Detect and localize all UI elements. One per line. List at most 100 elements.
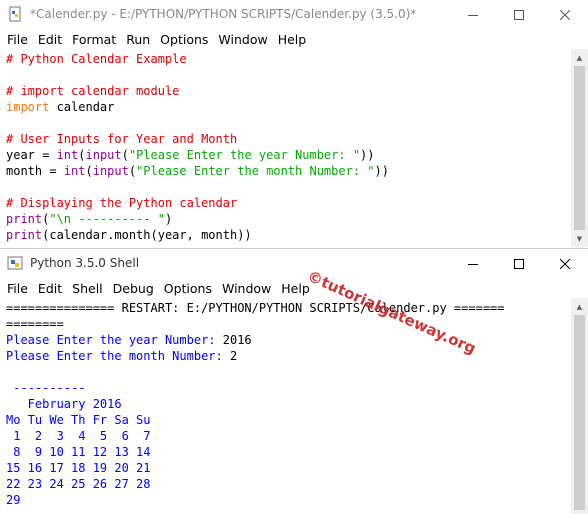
string-token: "Please Enter the year Number: "	[128, 148, 361, 162]
menu-edit[interactable]: Edit	[33, 30, 67, 49]
punct-token: ))	[360, 148, 375, 162]
menu-format[interactable]: Format	[67, 30, 121, 49]
close-icon	[560, 259, 570, 269]
string-token: "Please Enter the month Number: "	[136, 164, 375, 178]
shell-line: 22 23 24 25 26 27 28	[6, 476, 571, 492]
keyword-token: import	[6, 100, 50, 114]
minimize-button[interactable]	[450, 0, 496, 30]
shell-output-area[interactable]: =============== RESTART: E:/PYTHON/PYTHO…	[0, 300, 571, 514]
punct-token: (	[121, 148, 129, 162]
stdout-text: 15 16 17 18 19 20 21	[6, 461, 151, 475]
code-line: # Python Calendar Example	[6, 51, 571, 67]
punct-token: (	[78, 148, 86, 162]
stdout-text: 22 23 24 25 26 27 28	[6, 477, 151, 491]
shell-line: 29	[6, 492, 571, 508]
menu-shell[interactable]: Shell	[67, 279, 108, 298]
shell-close-button[interactable]	[542, 249, 588, 279]
minimize-icon	[468, 15, 478, 16]
menu-options[interactable]: Options	[155, 30, 213, 49]
idle-file-icon	[9, 6, 21, 22]
shell-titlebar[interactable]: Python 3.5.0 Shell	[0, 249, 588, 279]
menu-debug[interactable]: Debug	[108, 279, 159, 298]
maximize-button[interactable]	[496, 0, 542, 30]
code-line: # import calendar module	[6, 83, 571, 99]
comment-token: # import calendar module	[6, 84, 180, 98]
code-line: year = int(input("Please Enter the year …	[6, 147, 571, 163]
editor-menubar: File Edit Format Run Options Window Help	[0, 30, 588, 49]
shell-line: 8 9 10 11 12 13 14	[6, 444, 571, 460]
builtin-token: int	[56, 148, 79, 162]
editor-scroll-thumb[interactable]	[574, 66, 585, 230]
shell-line: =============== RESTART: E:/PYTHON/PYTHO…	[6, 300, 571, 316]
shell-minimize-button[interactable]	[450, 249, 496, 279]
builtin-token: int	[63, 164, 86, 178]
menu-file[interactable]: File	[2, 30, 33, 49]
stdout-text: 1 2 3 4 5 6 7	[6, 429, 151, 443]
builtin-token: input	[85, 148, 122, 162]
builtin-token: print	[6, 228, 43, 242]
restart-banner: =============== RESTART: E:/PYTHON/PYTHO…	[6, 301, 505, 315]
shell-menubar: File Edit Shell Debug Options Window Hel…	[0, 279, 588, 298]
shell-line: ----------	[6, 380, 571, 396]
maximize-icon	[514, 10, 524, 20]
scroll-down-icon[interactable]: ▼	[571, 230, 588, 247]
shell-line: 1 2 3 4 5 6 7	[6, 428, 571, 444]
menu-window[interactable]: Window	[217, 279, 276, 298]
code-line: import calendar	[6, 99, 571, 115]
stdout-text: ----------	[6, 381, 86, 395]
close-button[interactable]	[542, 0, 588, 30]
comment-token: # User Inputs for Year and Month	[6, 132, 238, 146]
shell-line: 15 16 17 18 19 20 21	[6, 460, 571, 476]
punct-token: ))	[374, 164, 389, 178]
menu-edit[interactable]: Edit	[33, 279, 67, 298]
shell-line: Mo Tu We Th Fr Sa Su	[6, 412, 571, 428]
restart-banner: ========	[6, 317, 64, 331]
stdout-text: February 2016	[6, 397, 122, 411]
python-shell-icon	[7, 256, 23, 270]
punct-token: (	[85, 164, 93, 178]
editor-titlebar[interactable]: *Calender.py - E:/PYTHON/PYTHON SCRIPTS/…	[0, 0, 588, 30]
code-line: print("\n ---------- ")	[6, 211, 571, 227]
shell-window-title: Python 3.5.0 Shell	[30, 256, 140, 270]
menu-help[interactable]: Help	[273, 30, 312, 49]
shell-line: ========	[6, 316, 571, 332]
editor-window: *Calender.py - E:/PYTHON/PYTHON SCRIPTS/…	[0, 0, 588, 247]
builtin-token: print	[6, 212, 43, 226]
identifier-token: month =	[6, 164, 64, 178]
editor-vertical-scrollbar[interactable]: ▲ ▼	[571, 49, 588, 247]
menu-options[interactable]: Options	[159, 279, 217, 298]
prompt-text: Please Enter the month Number:	[6, 349, 230, 363]
code-line: print(calendar.month(year, month))	[6, 227, 571, 243]
stdout-text: Mo Tu We Th Fr Sa Su	[6, 413, 151, 427]
stdout-text: 29	[6, 493, 21, 507]
string-token: "\n ---------- "	[49, 212, 165, 226]
shell-scroll-thumb[interactable]	[574, 315, 585, 510]
shell-line: Please Enter the month Number: 2	[6, 348, 571, 364]
user-input-text: 2	[229, 349, 238, 363]
minimize-icon	[468, 264, 478, 265]
scroll-up-icon[interactable]: ▲	[571, 298, 588, 315]
menu-run[interactable]: Run	[121, 30, 155, 49]
shell-window: Python 3.5.0 Shell File Edit Shell Debug…	[0, 248, 588, 514]
shell-line	[6, 364, 571, 380]
code-line: month = int(input("Please Enter the mont…	[6, 163, 571, 179]
maximize-icon	[514, 259, 524, 269]
identifier-token: year =	[6, 148, 57, 162]
code-editor-area[interactable]: # Python Calendar Example # import calen…	[0, 51, 571, 247]
prompt-text: Please Enter the year Number:	[6, 333, 223, 347]
scroll-up-icon[interactable]: ▲	[571, 49, 588, 66]
shell-maximize-button[interactable]	[496, 249, 542, 279]
punct-token: )	[164, 212, 173, 226]
close-icon	[560, 10, 570, 20]
menu-window[interactable]: Window	[213, 30, 272, 49]
menu-file[interactable]: File	[2, 279, 33, 298]
builtin-token: input	[92, 164, 129, 178]
code-line: # Displaying the Python calendar	[6, 195, 571, 211]
identifier-token: calendar	[49, 100, 115, 114]
user-input-text: 2016	[222, 333, 252, 347]
shell-vertical-scrollbar[interactable]: ▲	[571, 298, 588, 514]
identifier-token: (calendar.month(year, month))	[42, 228, 252, 242]
